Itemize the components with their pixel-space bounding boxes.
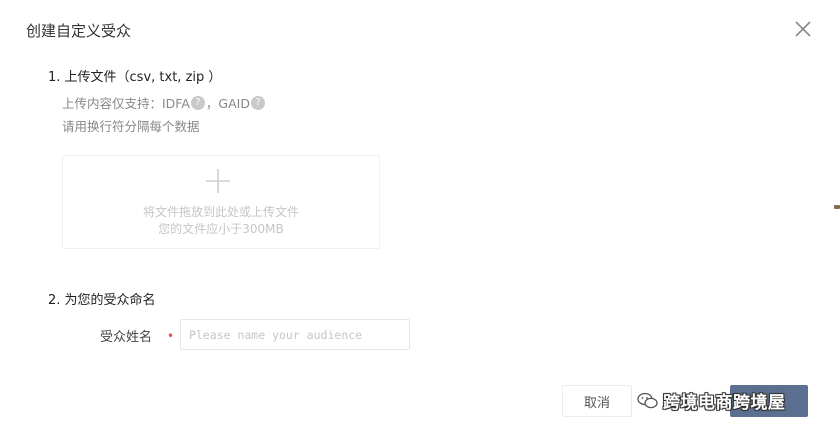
name-section-title: 2. 为您的受众命名 xyxy=(48,293,156,308)
upload-section-title: 1. 上传文件（csv, txt, zip ） xyxy=(48,70,222,85)
help-icon-idfa[interactable]: ? xyxy=(190,95,205,110)
dropzone-instruction: 将文件拖放到此处或上传文件 xyxy=(142,205,299,219)
create-custom-audience-dialog: 创建自定义受众 1. 上传文件（csv, txt, zip ） 上传内容仅支持：… xyxy=(0,0,840,439)
upload-hint-separator: 请用换行符分隔每个数据 xyxy=(62,119,200,134)
help-icon-gaid[interactable]: ? xyxy=(250,95,265,110)
file-dropzone[interactable]: 将文件拖放到此处或上传文件 您的文件应小于300MB xyxy=(62,155,380,249)
audience-name-input[interactable] xyxy=(180,319,410,350)
edge-decoration xyxy=(834,205,840,209)
close-button[interactable] xyxy=(792,18,814,40)
dialog-title: 创建自定义受众 xyxy=(26,22,132,40)
audience-name-label: 受众姓名 xyxy=(100,330,153,345)
hint-gaid-text: ，GAID xyxy=(205,96,250,111)
required-marker: • xyxy=(167,329,175,343)
hint-prefix-text: 上传内容仅支持：IDFA xyxy=(62,96,190,111)
wechat-icon xyxy=(637,392,658,409)
cancel-button[interactable]: 取消 xyxy=(562,385,632,417)
plus-icon xyxy=(206,169,230,193)
watermark-text: 跨境电商跨境屋 xyxy=(663,393,786,413)
close-icon xyxy=(795,21,811,37)
upload-hint-supported-ids: 上传内容仅支持：IDFA ? ，GAID ? xyxy=(62,93,266,112)
dropzone-size-limit: 您的文件应小于300MB xyxy=(158,222,284,236)
